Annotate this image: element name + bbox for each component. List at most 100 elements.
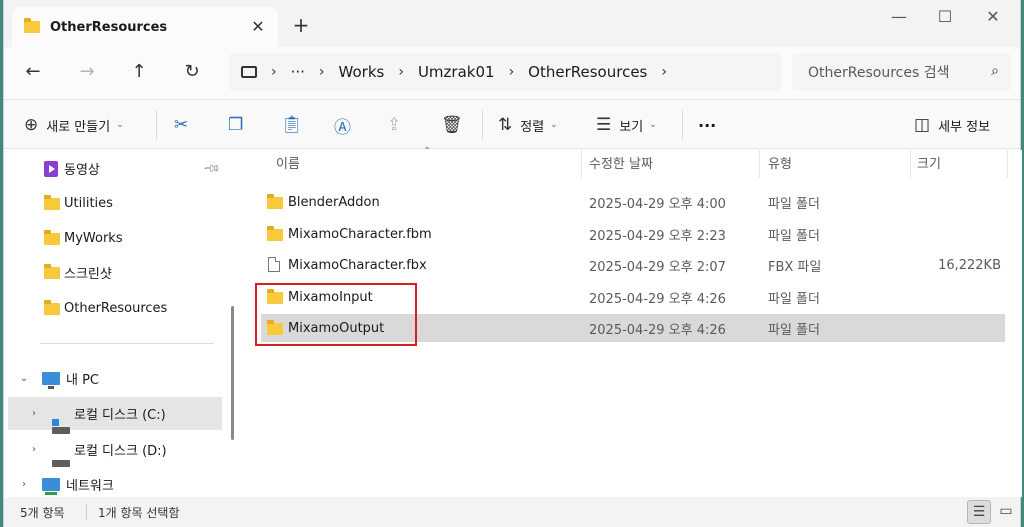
sidebar-item-label: 스크린샷 (64, 267, 112, 282)
chevron-right-icon[interactable]: › (319, 64, 325, 80)
share-icon: ⇪ (387, 115, 402, 135)
tab-otherresources[interactable]: OtherResources ✕ (12, 7, 278, 47)
table-row[interactable]: BlenderAddon 2025-04-29 오후 4:00 파일 폴더 (261, 188, 1005, 216)
new-tab-button[interactable]: + (289, 14, 313, 38)
up-button[interactable]: ↑ (124, 59, 154, 85)
details-pane-icon: ◫ (914, 115, 931, 135)
column-header-size[interactable]: 크기 (917, 150, 941, 178)
sidebar-item-myworks[interactable]: MyWorks (4, 222, 222, 255)
chevron-right-icon[interactable]: › (271, 64, 277, 80)
chevron-right-icon[interactable]: › (398, 64, 404, 80)
breadcrumb-otherresources[interactable]: OtherResources (528, 63, 647, 81)
forward-button[interactable]: → (72, 59, 102, 85)
tiles-view-button[interactable]: ▭ (994, 500, 1018, 524)
back-button[interactable]: ← (18, 59, 48, 85)
title-bar: OtherResources ✕ + — ☐ ✕ (4, 0, 1020, 47)
file-size: 16,222KB (938, 257, 1001, 273)
more-options-button[interactable]: ··· (698, 113, 716, 137)
copy-icon: ❐ (228, 115, 244, 135)
chevron-right-icon[interactable]: › (509, 64, 515, 80)
minimize-button[interactable]: — (876, 6, 922, 30)
column-header-date[interactable]: 수정한 날짜 (589, 150, 653, 178)
file-date: 2025-04-29 오후 2:07 (589, 259, 726, 275)
view-button[interactable]: ☰ 보기 ⌄ (596, 113, 657, 137)
annotation-highlight-box (255, 283, 417, 346)
folder-icon (44, 263, 60, 279)
scissors-icon: ✂ (174, 115, 189, 135)
details-pane-button[interactable]: ◫ 세부 정보 (914, 113, 990, 137)
share-button[interactable]: ⇪ (387, 113, 401, 137)
sidebar-item-videos[interactable]: 동영상 📌︎ (4, 152, 222, 185)
view-button-label: 보기 (619, 119, 644, 135)
sidebar-item-this-pc[interactable]: ⌄ 내 PC (4, 362, 222, 395)
status-divider (86, 504, 87, 520)
toolbar-divider (682, 110, 683, 140)
folder-icon (267, 194, 283, 209)
column-divider[interactable] (581, 150, 582, 178)
folder-icon (24, 18, 40, 33)
search-icon[interactable]: ⌕ (991, 63, 999, 79)
video-icon (44, 160, 58, 177)
chevron-right-icon[interactable]: › (28, 408, 40, 419)
breadcrumb-umzrak01[interactable]: Umzrak01 (418, 63, 495, 81)
paste-button[interactable]: 📋︎ (281, 113, 303, 137)
address-bar[interactable]: › ··· › Works › Umzrak01 › OtherResource… (229, 53, 782, 91)
sidebar-item-screenshots[interactable]: 스크린샷 (4, 256, 222, 289)
column-header-type[interactable]: 유형 (768, 150, 792, 178)
monitor-icon (241, 66, 257, 78)
chevron-down-icon[interactable]: ⌄ (18, 373, 30, 384)
sidebar-item-label: OtherResources (64, 301, 168, 316)
column-header-name[interactable]: 이름 (276, 150, 300, 178)
sort-button[interactable]: ⇅ 정렬 ⌄ (498, 113, 558, 137)
file-icon (268, 257, 280, 272)
pin-icon[interactable]: 📌︎ (202, 159, 221, 178)
tab-title: OtherResources (50, 19, 168, 35)
sidebar-item-drive-d[interactable]: › 로컬 디스크 (D:) (4, 433, 222, 467)
file-list-scrollbar[interactable] (1010, 150, 1022, 497)
chevron-down-icon: ⌄ (116, 120, 124, 130)
maximize-button[interactable]: ☐ (922, 6, 968, 30)
sidebar-item-label: 내 PC (66, 373, 100, 388)
breadcrumb-works[interactable]: Works (339, 63, 385, 81)
sidebar-item-drive-c[interactable]: › 로컬 디스크 (C:) (8, 397, 222, 434)
file-type: 파일 폴더 (768, 228, 820, 244)
sort-ascending-icon: ⌃ (423, 146, 432, 157)
sort-icon: ⇅ (498, 115, 513, 135)
rename-button[interactable]: Ⓐ (334, 113, 351, 138)
table-row[interactable]: MixamoCharacter.fbx 2025-04-29 오후 2:07 F… (261, 251, 1005, 279)
status-bar: 5개 항목 1개 항목 선택함 ☰ ▭ (4, 497, 1020, 527)
column-divider[interactable] (1007, 150, 1008, 178)
new-button[interactable]: ⊕ 새로 만들기 ⌄ (24, 113, 124, 137)
table-row[interactable]: MixamoCharacter.fbm 2025-04-29 오후 2:23 파… (261, 220, 1005, 248)
chevron-down-icon: ⌄ (550, 120, 558, 130)
file-type: 파일 폴더 (768, 322, 820, 338)
sidebar-item-network[interactable]: › 네트워크 (4, 468, 222, 497)
rename-icon: Ⓐ (334, 117, 351, 138)
column-divider[interactable] (759, 150, 760, 178)
sidebar-item-label: MyWorks (64, 231, 123, 246)
column-divider[interactable] (910, 150, 911, 178)
file-name: MixamoCharacter.fbx (288, 257, 427, 273)
file-type: 파일 폴더 (768, 291, 820, 307)
search-box[interactable]: OtherResources 검색 ⌕ (792, 53, 1011, 91)
breadcrumb-ellipsis[interactable]: ··· (291, 63, 305, 81)
folder-icon (267, 226, 283, 241)
cut-button[interactable]: ✂ (174, 113, 188, 137)
details-view-button[interactable]: ☰ (967, 500, 991, 524)
chevron-right-icon[interactable]: › (18, 479, 30, 490)
delete-button[interactable]: 🗑︎ (441, 113, 463, 137)
sidebar-item-label: 로컬 디스크 (C:) (74, 408, 166, 423)
list-view-icon: ☰ (596, 115, 612, 135)
refresh-button[interactable]: ↻ (177, 59, 207, 85)
tab-close-icon[interactable]: ✕ (248, 17, 268, 37)
trash-icon: 🗑︎ (441, 115, 463, 135)
file-date: 2025-04-29 오후 4:26 (589, 322, 726, 338)
chevron-right-icon[interactable]: › (661, 64, 667, 80)
sidebar-item-otherresources[interactable]: OtherResources (4, 292, 222, 325)
copy-button[interactable]: ❐ (228, 113, 243, 137)
file-date: 2025-04-29 오후 4:00 (589, 196, 726, 212)
sidebar-scrollbar[interactable] (231, 306, 234, 440)
close-button[interactable]: ✕ (970, 6, 1016, 30)
chevron-right-icon[interactable]: › (28, 444, 40, 455)
sidebar-item-utilities[interactable]: Utilities (4, 187, 222, 220)
